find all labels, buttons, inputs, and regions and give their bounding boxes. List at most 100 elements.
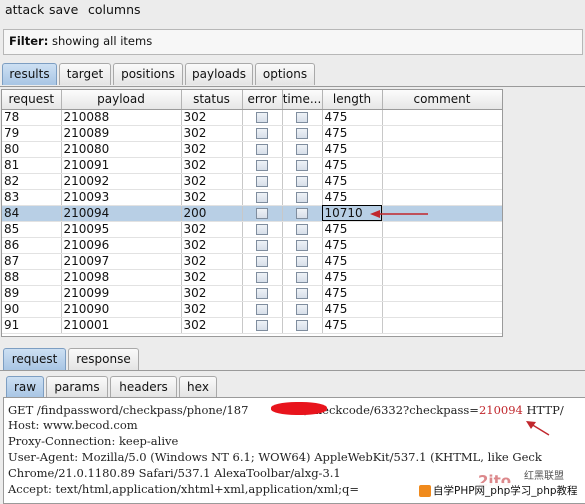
table-row[interactable]: 78 210088 302 475	[2, 109, 502, 126]
col-header-timeout[interactable]: time...	[282, 90, 323, 110]
col-header-error[interactable]: error	[242, 90, 283, 110]
menu-columns[interactable]: columns	[88, 2, 141, 17]
cell-payload: 210089	[61, 125, 182, 142]
table-empty-area	[504, 89, 585, 337]
cell-error	[242, 269, 283, 286]
timeout-checkbox	[296, 319, 308, 331]
cell-error	[242, 125, 283, 142]
request-line-checkcode: /checkcode/6332?checkpass=	[304, 403, 479, 417]
cell-length: 475	[322, 269, 383, 286]
cell-comment	[382, 141, 502, 158]
error-checkbox	[256, 303, 268, 315]
cell-comment	[382, 173, 502, 190]
view-tabs: raw params headers hex	[0, 376, 585, 397]
cell-error	[242, 109, 283, 126]
col-header-length[interactable]: length	[322, 90, 383, 110]
timeout-checkbox	[296, 303, 308, 315]
col-header-request[interactable]: request	[2, 90, 62, 110]
table-row[interactable]: 80 210080 302 475	[2, 141, 502, 158]
cell-request: 81	[2, 157, 62, 174]
error-checkbox	[256, 287, 268, 299]
watermark-bar-text: 自学PHP网_php学习_php教程	[433, 485, 578, 497]
cell-status: 302	[181, 189, 243, 206]
cell-timeout	[282, 317, 323, 334]
cell-error	[242, 237, 283, 254]
cell-request: 80	[2, 141, 62, 158]
cell-timeout	[282, 189, 323, 206]
tab-request[interactable]: request	[3, 348, 66, 370]
tab-response[interactable]: response	[68, 348, 139, 370]
cell-request: 89	[2, 285, 62, 302]
col-header-status[interactable]: status	[181, 90, 243, 110]
cell-status: 302	[181, 109, 243, 126]
cell-status: 302	[181, 317, 243, 334]
cell-timeout	[282, 221, 323, 238]
cell-error	[242, 285, 283, 302]
cell-length: 475	[322, 173, 383, 190]
table-row[interactable]: 81 210091 302 475	[2, 157, 502, 174]
tab-options[interactable]: options	[255, 63, 315, 85]
table-row[interactable]: 90 210090 302 475	[2, 301, 502, 318]
error-checkbox	[256, 223, 268, 235]
tab-results[interactable]: results	[2, 63, 57, 85]
tab-raw[interactable]: raw	[6, 376, 44, 397]
cell-comment	[382, 301, 502, 318]
cell-payload: 210092	[61, 173, 182, 190]
cell-timeout	[282, 285, 323, 302]
table-row[interactable]: 83 210093 302 475	[2, 189, 502, 206]
cell-comment	[382, 205, 502, 222]
col-header-payload[interactable]: payload	[61, 90, 182, 110]
cell-timeout	[282, 301, 323, 318]
cell-request: 86	[2, 237, 62, 254]
error-checkbox	[256, 239, 268, 251]
table-row[interactable]: 86 210096 302 475	[2, 237, 502, 254]
cell-request: 78	[2, 109, 62, 126]
results-table[interactable]: request payload status error time... len…	[1, 89, 503, 337]
tab-payloads[interactable]: payloads	[185, 63, 253, 85]
tab-params[interactable]: params	[46, 376, 108, 397]
tab-target[interactable]: target	[59, 63, 111, 85]
table-row[interactable]: 89 210099 302 475	[2, 285, 502, 302]
timeout-checkbox	[296, 111, 308, 123]
cell-payload: 210001	[61, 317, 182, 334]
menu-attack[interactable]: attack	[5, 2, 44, 17]
redaction-scribble	[271, 402, 327, 415]
table-header-row: request payload status error time... len…	[2, 90, 502, 110]
cell-length: 10710	[322, 205, 383, 222]
cell-payload: 210097	[61, 253, 182, 270]
timeout-checkbox	[296, 191, 308, 203]
tab-hex[interactable]: hex	[179, 376, 217, 397]
cell-error	[242, 317, 283, 334]
table-row[interactable]: 84 210094 200 10710	[2, 205, 502, 222]
cell-error	[242, 253, 283, 270]
filter-bar[interactable]: Filter: showing all items	[3, 29, 583, 55]
timeout-checkbox	[296, 287, 308, 299]
table-row[interactable]: 85 210095 302 475	[2, 221, 502, 238]
cell-status: 302	[181, 221, 243, 238]
table-row[interactable]: 79 210089 302 475	[2, 125, 502, 142]
cell-status: 200	[181, 205, 243, 222]
cell-status: 302	[181, 269, 243, 286]
menu-save[interactable]: save	[49, 2, 78, 17]
table-row[interactable]: 88 210098 302 475	[2, 269, 502, 286]
table-row[interactable]: 91 210001 302 475	[2, 317, 502, 334]
table-row[interactable]: 82 210092 302 475	[2, 173, 502, 190]
cell-length: 475	[322, 189, 383, 206]
timeout-checkbox	[296, 271, 308, 283]
tabs-divider	[0, 86, 585, 87]
error-checkbox	[256, 207, 268, 219]
request-line-path: GET /findpassword/checkpass/phone/187	[8, 403, 249, 417]
filter-label: Filter:	[9, 34, 49, 48]
timeout-checkbox	[296, 239, 308, 251]
tab-positions[interactable]: positions	[113, 63, 183, 85]
error-checkbox	[256, 271, 268, 283]
header-proxy-connection: Proxy-Connection: keep-alive	[8, 434, 179, 448]
cell-request: 90	[2, 301, 62, 318]
cell-timeout	[282, 205, 323, 222]
tab-headers[interactable]: headers	[110, 376, 177, 397]
table-row[interactable]: 87 210097 302 475	[2, 253, 502, 270]
cell-length: 475	[322, 157, 383, 174]
cell-payload: 210090	[61, 301, 182, 318]
cell-comment	[382, 221, 502, 238]
col-header-comment[interactable]: comment	[382, 90, 502, 110]
